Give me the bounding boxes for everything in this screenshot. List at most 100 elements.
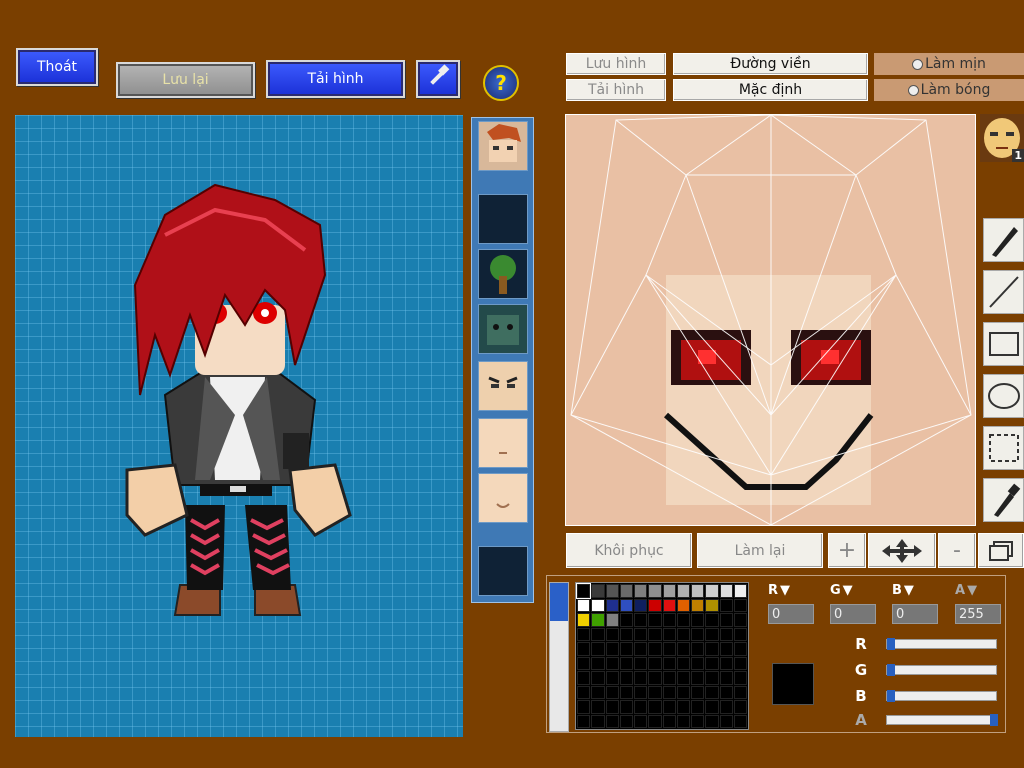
palette-swatch[interactable] [648, 700, 662, 714]
palette-swatch[interactable] [634, 700, 648, 714]
palette-swatch[interactable] [619, 642, 633, 656]
palette-swatch[interactable] [619, 613, 633, 627]
palette-swatch[interactable] [676, 627, 690, 641]
avatar-thumbnail[interactable]: 1 [980, 114, 1024, 162]
palette-swatch[interactable] [662, 642, 676, 656]
palette-swatch[interactable] [705, 685, 719, 699]
red-value-field[interactable]: 0 [768, 604, 814, 624]
alpha-channel-dropdown[interactable]: A ▼ [955, 580, 1001, 600]
default-button[interactable]: Mặc định [673, 79, 868, 101]
palette-swatch[interactable] [662, 714, 676, 728]
palette-swatch[interactable] [676, 714, 690, 728]
palette-swatch[interactable] [605, 685, 619, 699]
palette-swatch[interactable] [705, 642, 719, 656]
palette-swatch[interactable] [733, 613, 747, 627]
palette-swatch[interactable] [691, 642, 705, 656]
palette-swatch[interactable] [591, 700, 605, 714]
palette-swatch[interactable] [619, 598, 633, 612]
palette-swatch[interactable] [691, 671, 705, 685]
blue-slider[interactable] [886, 690, 997, 702]
palette-swatch[interactable] [605, 671, 619, 685]
palette-swatch[interactable] [719, 685, 733, 699]
palette-swatch[interactable] [719, 642, 733, 656]
palette-swatch[interactable] [619, 700, 633, 714]
texture-canvas[interactable] [565, 114, 976, 526]
palette-swatch[interactable] [691, 627, 705, 641]
palette-swatch[interactable] [676, 642, 690, 656]
palette-swatch[interactable] [575, 583, 592, 599]
outline-button[interactable]: Đường viền [673, 53, 868, 75]
palette-tabs[interactable] [549, 582, 569, 732]
load-button[interactable]: Tải hình [266, 60, 405, 98]
shiny-radio[interactable]: Làm bóng [874, 79, 1024, 101]
palette-swatch[interactable] [705, 656, 719, 670]
palette-swatch[interactable] [719, 671, 733, 685]
part-slot-face-plain[interactable] [478, 418, 528, 468]
slider-knob[interactable] [887, 690, 895, 702]
palette-swatch[interactable] [634, 613, 648, 627]
palette-swatch[interactable] [733, 685, 747, 699]
part-slot-empty-bottom[interactable] [478, 546, 528, 596]
palette-swatch[interactable] [619, 627, 633, 641]
palette-swatch[interactable] [719, 584, 733, 598]
palette-swatch[interactable] [591, 656, 605, 670]
palette-swatch[interactable] [577, 642, 591, 656]
part-slot-tree[interactable] [478, 249, 528, 299]
palette-swatch[interactable] [733, 642, 747, 656]
zoom-out-button[interactable]: - [938, 533, 976, 568]
palette-swatch[interactable] [605, 642, 619, 656]
palette-swatch[interactable] [619, 584, 633, 598]
palette-swatch[interactable] [719, 700, 733, 714]
load-image-button[interactable]: Tải hình [566, 79, 666, 101]
palette-swatch[interactable] [605, 700, 619, 714]
palette-swatch[interactable] [733, 700, 747, 714]
help-button[interactable]: ? [483, 65, 519, 101]
palette-swatch[interactable] [676, 656, 690, 670]
alpha-value-field[interactable]: 255 [955, 604, 1001, 624]
palette-swatch[interactable] [676, 584, 690, 598]
palette-swatch[interactable] [719, 613, 733, 627]
palette-swatch[interactable] [662, 627, 676, 641]
slider-knob[interactable] [887, 638, 895, 650]
pen-tool[interactable] [983, 218, 1024, 262]
slider-knob[interactable] [887, 664, 895, 676]
layer-button[interactable] [978, 533, 1024, 568]
green-slider[interactable] [886, 664, 997, 676]
palette-swatch[interactable] [733, 584, 747, 598]
palette-swatch[interactable] [662, 700, 676, 714]
palette-swatch[interactable] [719, 656, 733, 670]
part-slot-character[interactable] [478, 121, 528, 171]
palette-swatch[interactable] [719, 598, 733, 612]
alpha-slider[interactable] [886, 714, 998, 726]
palette-swatch[interactable] [577, 627, 591, 641]
move-button[interactable] [868, 533, 936, 568]
palette-swatch[interactable] [634, 584, 648, 598]
palette-swatch[interactable] [648, 671, 662, 685]
palette-swatch[interactable] [648, 656, 662, 670]
palette-swatch[interactable] [577, 700, 591, 714]
palette-swatch[interactable] [605, 627, 619, 641]
part-slot-monster[interactable] [478, 304, 528, 354]
exit-button[interactable]: Thoát [16, 48, 98, 86]
restore-button[interactable]: Khôi phục [566, 533, 692, 568]
palette-swatch[interactable] [591, 627, 605, 641]
palette-swatch[interactable] [577, 598, 591, 612]
palette-swatch[interactable] [705, 714, 719, 728]
save-button[interactable]: Lưu lại [116, 62, 255, 98]
palette-swatch[interactable] [733, 656, 747, 670]
redo-button[interactable]: Làm lại [697, 533, 823, 568]
palette-swatch[interactable] [691, 584, 705, 598]
palette-swatch[interactable] [591, 671, 605, 685]
palette-swatch[interactable] [619, 656, 633, 670]
blue-value-field[interactable]: 0 [892, 604, 938, 624]
palette-swatch[interactable] [719, 714, 733, 728]
palette-swatch[interactable] [733, 627, 747, 641]
palette-swatch[interactable] [733, 671, 747, 685]
palette-swatch[interactable] [605, 584, 619, 598]
zoom-in-button[interactable]: + [828, 533, 866, 568]
palette-swatch[interactable] [719, 627, 733, 641]
slider-knob[interactable] [990, 714, 998, 726]
palette-swatch[interactable] [705, 613, 719, 627]
eyedropper-tool[interactable] [983, 478, 1024, 522]
palette-swatch[interactable] [634, 598, 648, 612]
